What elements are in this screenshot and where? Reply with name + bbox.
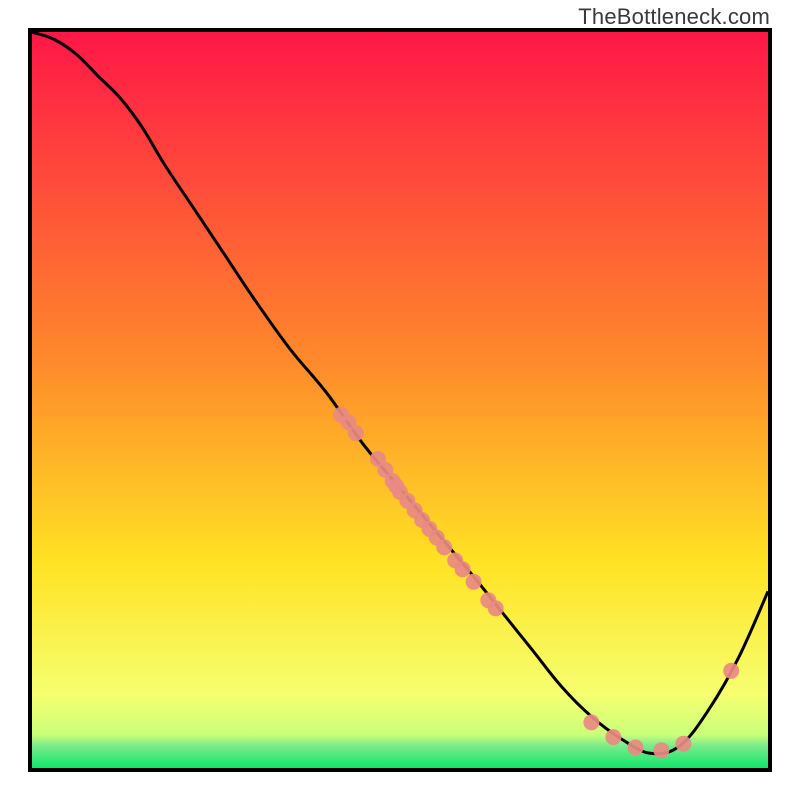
- data-point: [723, 663, 739, 679]
- data-point: [436, 539, 452, 555]
- data-point: [605, 729, 621, 745]
- data-point: [675, 736, 691, 752]
- data-point: [466, 574, 482, 590]
- data-point: [653, 742, 669, 758]
- data-point: [455, 561, 471, 577]
- plot-area: [28, 28, 772, 772]
- gradient-background: [32, 32, 768, 768]
- data-point: [488, 600, 504, 616]
- data-point: [628, 739, 644, 755]
- data-point: [583, 714, 599, 730]
- chart-frame: TheBottleneck.com: [0, 0, 800, 800]
- watermark-text: TheBottleneck.com: [578, 4, 770, 30]
- data-point: [348, 425, 364, 441]
- plot-svg: [32, 32, 768, 768]
